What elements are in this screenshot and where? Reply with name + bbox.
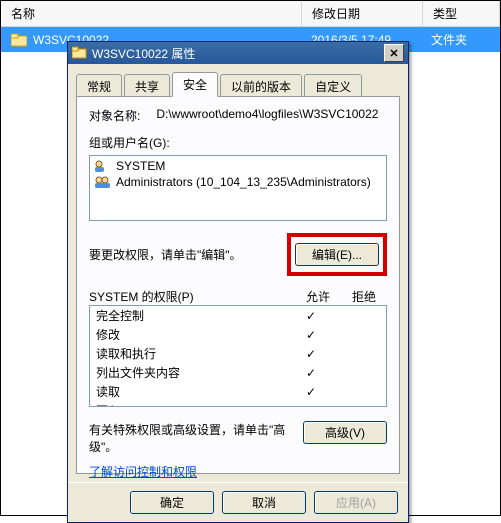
advanced-hint: 有关特殊权限或高级设置，请单击"高级"。 xyxy=(89,421,293,455)
perm-label: 读取 xyxy=(96,383,288,400)
perm-row: 写入✓ xyxy=(90,401,386,407)
edit-hint: 要更改权限，请单击"编辑"。 xyxy=(89,246,242,263)
explorer-columns: 名称 修改日期 类型 xyxy=(1,1,500,27)
check-icon: ✓ xyxy=(288,385,334,399)
titlebar[interactable]: W3SVC10022 属性 ✕ xyxy=(68,42,408,64)
edit-button[interactable]: 编辑(E)... xyxy=(295,243,379,266)
dialog-button-bar: 确定 取消 应用(A) xyxy=(68,482,408,522)
tab-security[interactable]: 安全 xyxy=(172,72,218,97)
group-label: 组或用户名(G): xyxy=(89,134,387,151)
users-icon xyxy=(94,175,110,189)
advanced-button[interactable]: 高级(V) xyxy=(303,421,387,444)
col-allow: 允许 xyxy=(295,288,341,305)
permissions-listbox[interactable]: 完全控制✓ 修改✓ 读取和执行✓ 列出文件夹内容✓ 读取✓ 写入✓ xyxy=(89,305,387,407)
perm-header: SYSTEM 的权限(P) xyxy=(89,288,295,305)
perm-row: 列出文件夹内容✓ xyxy=(90,363,386,382)
check-icon: ✓ xyxy=(288,347,334,361)
col-type[interactable]: 类型 xyxy=(423,1,500,26)
tabstrip: 常规 共享 安全 以前的版本 自定义 xyxy=(76,72,400,97)
perm-row: 修改✓ xyxy=(90,325,386,344)
row-type: 文件夹 xyxy=(421,27,500,52)
folder-props-icon xyxy=(72,46,88,60)
window-root: { "explorer": { "cols": {"name":"名称","da… xyxy=(0,0,501,516)
list-item[interactable]: Administrators (10_104_13_235\Administra… xyxy=(92,174,384,190)
perm-label: 读取和执行 xyxy=(96,345,288,362)
ok-button[interactable]: 确定 xyxy=(130,491,214,514)
object-name-value: D:\wwwroot\demo4\logfiles\W3SVC10022 xyxy=(156,107,378,124)
group-name: Administrators (10_104_13_235\Administra… xyxy=(116,175,371,189)
dialog-title: W3SVC10022 属性 xyxy=(88,45,384,62)
cancel-button[interactable]: 取消 xyxy=(222,491,306,514)
col-name[interactable]: 名称 xyxy=(1,1,302,26)
check-icon: ✓ xyxy=(288,328,334,342)
close-button[interactable]: ✕ xyxy=(384,44,404,62)
folder-icon xyxy=(11,33,27,47)
perm-row: 读取和执行✓ xyxy=(90,344,386,363)
perm-row: 完全控制✓ xyxy=(90,306,386,325)
check-icon: ✓ xyxy=(288,404,334,408)
perm-row: 读取✓ xyxy=(90,382,386,401)
object-name-label: 对象名称: xyxy=(89,107,140,124)
user-icon xyxy=(94,159,110,173)
perm-label: 列出文件夹内容 xyxy=(96,364,288,381)
highlight-box: 编辑(E)... xyxy=(287,233,387,276)
group-name: SYSTEM xyxy=(116,159,165,173)
col-deny: 拒绝 xyxy=(341,288,387,305)
group-listbox[interactable]: SYSTEM Administrators (10_104_13_235\Adm… xyxy=(89,155,387,221)
list-item[interactable]: SYSTEM xyxy=(92,158,384,174)
check-icon: ✓ xyxy=(288,366,334,380)
properties-dialog: W3SVC10022 属性 ✕ 常规 共享 安全 以前的版本 自定义 对象名称:… xyxy=(67,41,409,523)
perm-label: 修改 xyxy=(96,326,288,343)
learn-link[interactable]: 了解访问控制和权限 xyxy=(89,463,197,480)
check-icon: ✓ xyxy=(288,309,334,323)
col-date[interactable]: 修改日期 xyxy=(302,1,423,26)
apply-button[interactable]: 应用(A) xyxy=(314,491,398,514)
security-panel: 对象名称: D:\wwwroot\demo4\logfiles\W3SVC100… xyxy=(76,96,400,474)
perm-label: 写入 xyxy=(96,402,288,407)
perm-label: 完全控制 xyxy=(96,307,288,324)
